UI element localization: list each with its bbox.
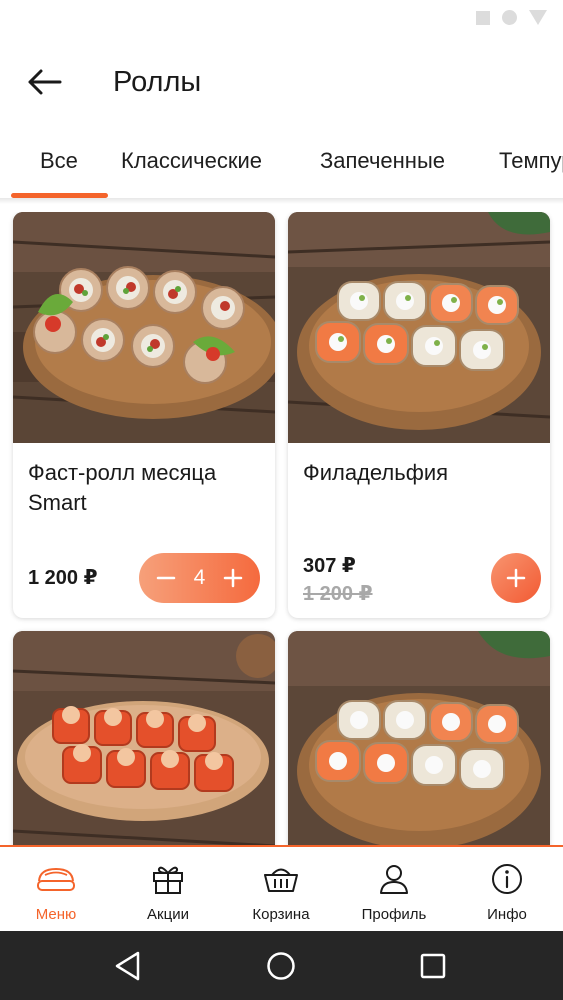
quantity-stepper: 4 [139, 553, 260, 603]
nav-label-profile: Профиль [361, 906, 427, 923]
system-nav-bar [0, 931, 563, 1000]
back-button[interactable] [24, 64, 64, 100]
increase-button[interactable] [220, 565, 246, 591]
product-card[interactable]: Фаст-ролл месяца Smart 1 200 ₽ 4 [13, 212, 275, 618]
nav-item-profile[interactable]: Профиль [338, 847, 450, 931]
page-title: Роллы [113, 66, 202, 98]
app-header: Роллы [0, 40, 563, 125]
product-grid: Фаст-ролл месяца Smart 1 200 ₽ 4 Филадел… [0, 212, 563, 845]
nav-label-cart: Корзина [252, 906, 310, 923]
nav-label-info: Инфо [487, 906, 527, 923]
product-image [288, 212, 550, 443]
decrease-button[interactable] [153, 565, 179, 591]
status-bar [0, 0, 563, 40]
info-icon [492, 864, 522, 894]
status-square-icon [476, 10, 490, 25]
tab-classic[interactable]: Классические [121, 148, 262, 174]
system-home-button[interactable] [261, 947, 301, 985]
product-card[interactable] [13, 631, 275, 845]
circle-home-icon [267, 952, 295, 980]
nav-item-menu[interactable]: Меню [0, 847, 112, 931]
sushi-icon [37, 867, 75, 891]
nav-item-info[interactable]: Инфо [451, 847, 563, 931]
tab-tempura[interactable]: Темпура [499, 148, 563, 174]
status-icons [476, 10, 547, 25]
status-signal-icon [529, 10, 547, 25]
product-name: Филадельфия [303, 460, 449, 485]
bottom-nav: Меню Акции Корзина Профиль Инфо [0, 845, 563, 931]
nav-item-cart[interactable]: Корзина [225, 847, 337, 931]
nav-label-menu: Меню [35, 906, 77, 923]
status-circle-icon [502, 10, 517, 25]
product-price: 1 200 ₽ [28, 567, 98, 589]
system-recents-button[interactable] [413, 947, 453, 985]
plus-icon [506, 568, 526, 588]
quantity-value: 4 [193, 566, 206, 589]
basket-icon [264, 868, 298, 892]
system-back-button[interactable] [108, 947, 148, 985]
user-icon [380, 865, 408, 894]
product-image [288, 631, 550, 845]
product-price: 307 ₽ [303, 555, 356, 577]
tab-baked[interactable]: Запеченные [320, 148, 445, 174]
product-image [13, 631, 275, 845]
product-card[interactable] [288, 631, 550, 845]
arrow-left-icon [28, 69, 62, 95]
gift-icon [153, 866, 183, 894]
product-card[interactable]: Филадельфия 307 ₽ 1 200 ₽ [288, 212, 550, 618]
nav-label-promotions: Акции [147, 906, 189, 923]
product-name: Фаст-ролл месяца Smart [28, 460, 217, 515]
minus-icon [156, 576, 176, 580]
product-old-price: 1 200 ₽ [303, 583, 373, 605]
tab-all[interactable]: Все [40, 148, 78, 174]
product-image [13, 212, 275, 443]
triangle-back-icon [115, 951, 140, 981]
tabs-shadow [0, 198, 563, 204]
plus-icon [223, 568, 243, 588]
nav-item-promotions[interactable]: Акции [112, 847, 224, 931]
square-recents-icon [420, 953, 446, 979]
category-tabs: Все Классические Запеченные Темпура [0, 128, 563, 200]
add-to-cart-button[interactable] [491, 553, 541, 603]
